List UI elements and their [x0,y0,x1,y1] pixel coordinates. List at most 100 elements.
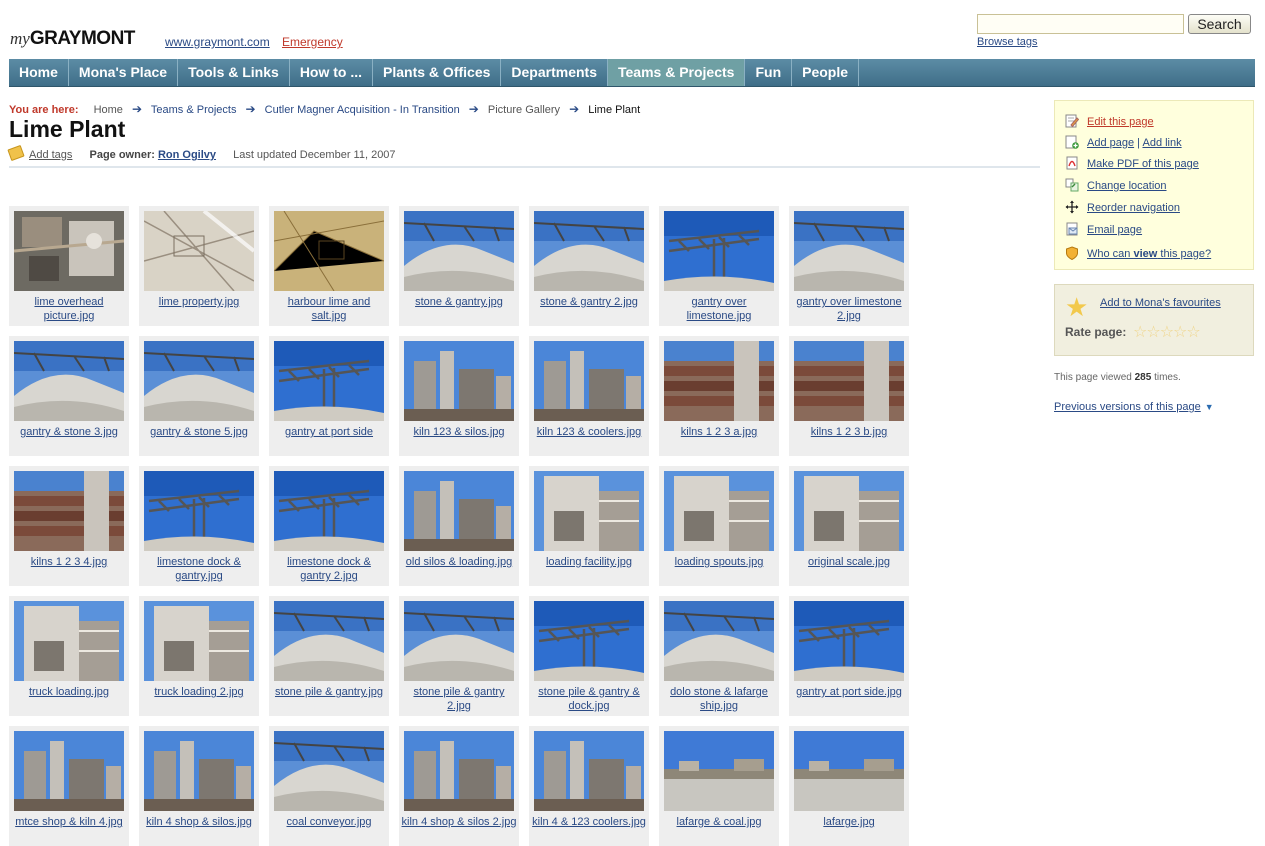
gallery-thumbnail[interactable] [14,471,124,551]
nav-how-to[interactable]: How to ... [290,59,374,86]
gallery-caption[interactable]: gantry over limestone 2.jpg [791,295,907,323]
rating-star-icon[interactable]: ☆ [1146,324,1160,341]
gallery-thumbnail[interactable] [404,731,514,811]
nav-home[interactable]: Home [9,59,69,86]
gallery-thumbnail[interactable] [664,601,774,681]
gallery-caption[interactable]: stone & gantry 2.jpg [531,295,647,309]
gallery-item[interactable]: kiln 4 & 123 coolers.jpg [529,726,649,846]
gallery-caption[interactable]: gantry & stone 3.jpg [11,425,127,439]
gallery-item[interactable]: stone pile & gantry & dock.jpg [529,596,649,716]
gallery-item[interactable]: kilns 1 2 3 a.jpg [659,336,779,456]
gallery-item[interactable]: gantry & stone 5.jpg [139,336,259,456]
gallery-thumbnail[interactable] [404,341,514,421]
browse-tags-link[interactable]: Browse tags [977,36,1038,48]
reorder-navigation-link[interactable]: Reorder navigation [1087,202,1180,214]
gallery-caption[interactable]: loading facility.jpg [531,555,647,569]
gallery-caption[interactable]: coal conveyor.jpg [271,815,387,829]
gallery-thumbnail[interactable] [274,601,384,681]
add-page-link[interactable]: Add page [1087,137,1134,149]
make-pdf-link[interactable]: Make PDF of this page [1087,158,1199,170]
nav-people[interactable]: People [792,59,860,86]
gallery-item[interactable]: mtce shop & kiln 4.jpg [9,726,129,846]
breadcrumb-home[interactable]: Home [94,104,123,116]
search-button[interactable]: Search [1188,14,1251,34]
gallery-thumbnail[interactable] [794,601,904,681]
gallery-caption[interactable]: loading spouts.jpg [661,555,777,569]
gallery-caption[interactable]: harbour lime and salt.jpg [271,295,387,323]
gallery-item[interactable]: limestone dock & gantry 2.jpg [269,466,389,586]
gallery-caption[interactable]: lime property.jpg [141,295,257,309]
gallery-caption[interactable]: stone pile & gantry.jpg [271,685,387,699]
emergency-link[interactable]: Emergency [282,35,343,49]
action-make-pdf[interactable]: Make PDF of this page [1065,156,1199,170]
gallery-caption[interactable]: kiln 123 & silos.jpg [401,425,517,439]
gallery-thumbnail[interactable] [144,471,254,551]
gallery-item[interactable]: stone & gantry 2.jpg [529,206,649,326]
gallery-item[interactable]: stone pile & gantry.jpg [269,596,389,716]
nav-plants-offices[interactable]: Plants & Offices [373,59,502,86]
gallery-caption[interactable]: kilns 1 2 3 4.jpg [11,555,127,569]
action-reorder-navigation[interactable]: Reorder navigation [1065,200,1180,214]
gallery-thumbnail[interactable] [664,731,774,811]
add-to-favourites-link[interactable]: Add to Mona's favourites [1100,297,1221,309]
gallery-thumbnail[interactable] [534,471,644,551]
action-add-page[interactable]: Add page | Add link [1065,135,1182,149]
gallery-thumbnail[interactable] [664,471,774,551]
gallery-caption[interactable]: lime overhead picture.jpg [11,295,127,323]
gallery-caption[interactable]: original scale.jpg [791,555,907,569]
gallery-caption[interactable]: limestone dock & gantry 2.jpg [271,555,387,583]
gallery-item[interactable]: gantry & stone 3.jpg [9,336,129,456]
gallery-caption[interactable]: kilns 1 2 3 a.jpg [661,425,777,439]
gallery-item[interactable]: kiln 4 shop & silos 2.jpg [399,726,519,846]
rating-star-icon[interactable]: ☆ [1173,324,1187,341]
gallery-item[interactable]: kiln 123 & coolers.jpg [529,336,649,456]
gallery-thumbnail[interactable] [144,341,254,421]
gallery-thumbnail[interactable] [664,211,774,291]
who-can-view-link[interactable]: Who can view this page? [1087,248,1211,260]
gallery-thumbnail[interactable] [274,211,384,291]
gallery-thumbnail[interactable] [14,731,124,811]
gallery-caption[interactable]: stone pile & gantry & dock.jpg [531,685,647,713]
action-edit-page[interactable]: Edit this page [1065,114,1154,128]
gallery-item[interactable]: coal conveyor.jpg [269,726,389,846]
gallery-item[interactable]: stone pile & gantry 2.jpg [399,596,519,716]
gallery-caption[interactable]: gantry over limestone.jpg [661,295,777,323]
gallery-thumbnail[interactable] [534,211,644,291]
gallery-thumbnail[interactable] [144,731,254,811]
logo[interactable]: myGRAYMONT [10,28,135,50]
gallery-caption[interactable]: kilns 1 2 3 b.jpg [791,425,907,439]
gallery-caption[interactable]: truck loading 2.jpg [141,685,257,699]
nav-departments[interactable]: Departments [501,59,608,86]
gallery-item[interactable]: lime property.jpg [139,206,259,326]
search-input[interactable] [977,14,1184,34]
graymont-site-link[interactable]: www.graymont.com [165,35,270,49]
gallery-item[interactable]: lime overhead picture.jpg [9,206,129,326]
gallery-thumbnail[interactable] [534,601,644,681]
gallery-caption[interactable]: kiln 123 & coolers.jpg [531,425,647,439]
rating-star-icon[interactable]: ☆ [1133,324,1147,341]
gallery-thumbnail[interactable] [274,731,384,811]
gallery-thumbnail[interactable] [14,601,124,681]
gallery-thumbnail[interactable] [14,341,124,421]
action-change-location[interactable]: Change location [1065,178,1167,192]
gallery-item[interactable]: truck loading.jpg [9,596,129,716]
edit-page-link[interactable]: Edit this page [1087,116,1154,128]
gallery-item[interactable]: original scale.jpg [789,466,909,586]
add-link-link[interactable]: Add link [1142,137,1181,149]
gallery-item[interactable]: lafarge.jpg [789,726,909,846]
gallery-item[interactable]: dolo stone & lafarge ship.jpg [659,596,779,716]
nav-teams-projects[interactable]: Teams & Projects [608,59,746,86]
breadcrumb-teams-projects[interactable]: Teams & Projects [151,104,237,116]
gallery-caption[interactable]: stone pile & gantry 2.jpg [401,685,517,713]
gallery-caption[interactable]: kiln 4 shop & silos.jpg [141,815,257,829]
gallery-item[interactable]: loading spouts.jpg [659,466,779,586]
gallery-caption[interactable]: gantry at port side.jpg [791,685,907,699]
nav-monas-place[interactable]: Mona's Place [69,59,179,86]
gallery-thumbnail[interactable] [534,341,644,421]
gallery-thumbnail[interactable] [404,601,514,681]
gallery-caption[interactable]: old silos & loading.jpg [401,555,517,569]
gallery-item[interactable]: lafarge & coal.jpg [659,726,779,846]
gallery-item[interactable]: old silos & loading.jpg [399,466,519,586]
gallery-caption[interactable]: truck loading.jpg [11,685,127,699]
gallery-item[interactable]: kiln 4 shop & silos.jpg [139,726,259,846]
